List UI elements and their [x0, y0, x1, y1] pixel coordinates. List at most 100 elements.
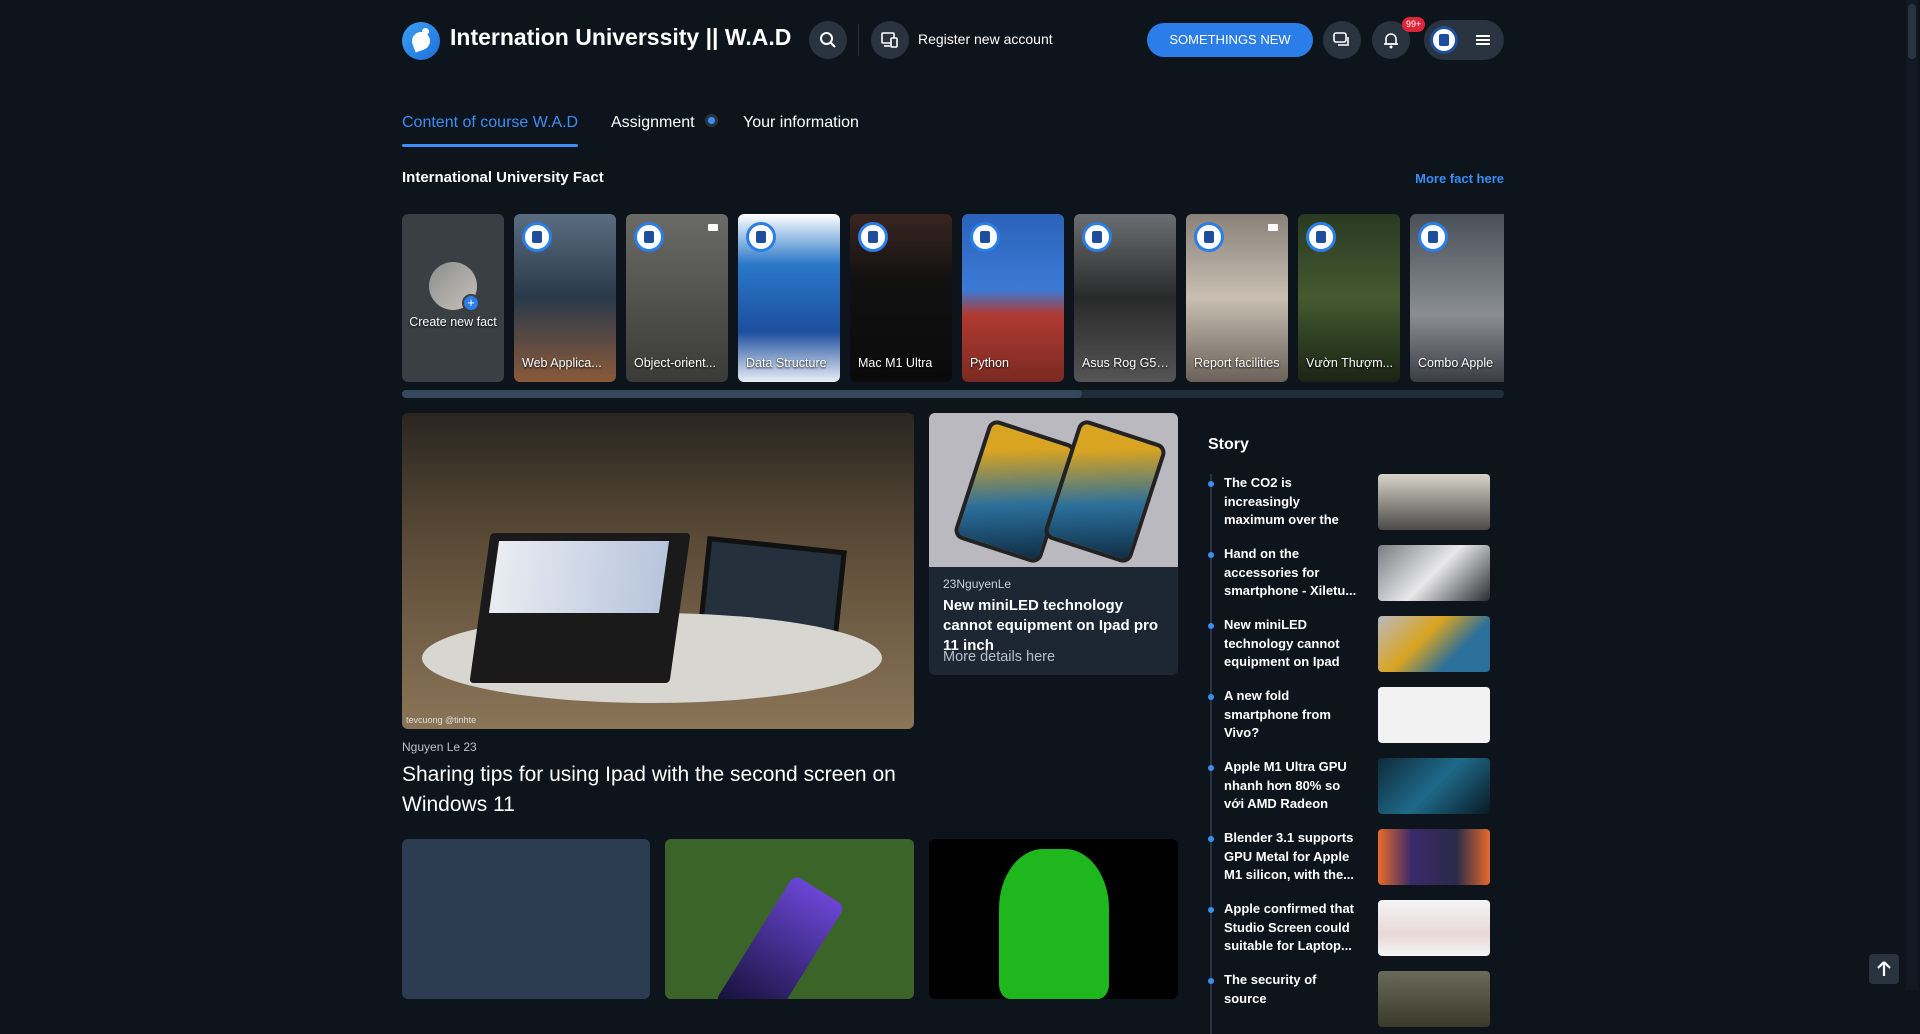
video-icon	[708, 224, 718, 231]
post-thumbnail[interactable]	[402, 839, 650, 999]
tab-your-information[interactable]: Your information	[743, 114, 859, 132]
story-item[interactable]: New miniLED technology cannot equipment …	[1208, 616, 1504, 674]
post-thumbnail[interactable]	[665, 839, 914, 999]
story-item-text: Apple confirmed that Studio Screen could…	[1224, 901, 1355, 953]
fact-card-label: Mac M1 Ultra	[858, 356, 933, 370]
story-item-text: Apple M1 Ultra GPU nhanh hơn 80% so với …	[1224, 759, 1347, 811]
fact-card[interactable]: Web Applica...	[514, 214, 616, 382]
more-facts-link[interactable]: More fact here	[1415, 171, 1504, 186]
uni-avatar-icon	[522, 222, 552, 252]
story-title: Story	[1208, 436, 1249, 453]
fact-card[interactable]: Python	[962, 214, 1064, 382]
fact-card-label: Asus Rog G531	[1082, 356, 1170, 370]
page-scrollbar-thumb[interactable]	[1908, 4, 1916, 59]
uni-avatar-icon	[1418, 222, 1448, 252]
fact-card-label: Web Applica...	[522, 356, 602, 370]
story-item-text: Hand on the accessories for smartphone -…	[1224, 546, 1357, 598]
fact-card[interactable]: Vườn Thượm...	[1298, 214, 1400, 382]
story-thumbnail	[1378, 900, 1490, 956]
uni-avatar-icon	[1194, 222, 1224, 252]
register-label: Register new account	[918, 31, 1053, 47]
fact-card[interactable]: Report facilities	[1186, 214, 1288, 382]
bullet-icon	[1208, 552, 1214, 558]
post-thumbnail[interactable]	[929, 839, 1178, 999]
story-thumbnail	[1378, 474, 1490, 530]
fact-card[interactable]: Data Structure	[738, 214, 840, 382]
story-item[interactable]: Hand on the accessories for smartphone -…	[1208, 545, 1504, 603]
search-button[interactable]	[809, 21, 847, 59]
facts-section-title: International University Fact	[402, 169, 604, 186]
bullet-icon	[1208, 836, 1214, 842]
story-thumbnail	[1378, 545, 1490, 601]
devices-icon	[871, 21, 909, 59]
image-credit: tevcuong @tinhte	[406, 715, 477, 725]
story-item[interactable]: Apple confirmed that Studio Screen could…	[1208, 900, 1504, 958]
story-item[interactable]: A new fold smartphone from Vivo?	[1208, 687, 1504, 745]
page-scrollbar[interactable]	[1906, 0, 1918, 990]
bullet-icon	[1208, 907, 1214, 913]
fact-card-label: Report facilities	[1194, 356, 1280, 370]
bullet-icon	[1208, 481, 1214, 487]
uni-avatar-icon	[858, 222, 888, 252]
scrollbar-thumb[interactable]	[402, 390, 1082, 398]
search-icon	[820, 32, 836, 48]
avatar	[1430, 26, 1458, 54]
tab-assignment[interactable]: Assignment	[611, 114, 695, 132]
fact-card-label: Combo Apple	[1418, 356, 1494, 370]
tab-content-of-course[interactable]: Content of course W.A.D	[402, 114, 579, 147]
story-item-text: Blender 3.1 supports GPU Metal for Apple…	[1224, 830, 1355, 882]
story-thumbnail	[1378, 687, 1490, 743]
story-thumbnail	[1378, 616, 1490, 672]
arrow-up-icon	[1877, 961, 1891, 976]
chat-icon	[1333, 32, 1349, 46]
uni-avatar-icon	[970, 222, 1000, 252]
fact-card-label: Data Structure	[746, 356, 827, 370]
story-item[interactable]: Blender 3.1 supports GPU Metal for Apple…	[1208, 829, 1504, 887]
uni-avatar-icon	[1306, 222, 1336, 252]
account-menu-button[interactable]	[1424, 20, 1504, 60]
post-card-image	[929, 413, 1178, 567]
plus-icon: +	[462, 294, 480, 312]
create-fact-card[interactable]: + Create new fact	[402, 214, 504, 382]
story-item[interactable]: Apple M1 Ultra GPU nhanh hơn 80% so với …	[1208, 758, 1504, 816]
bullet-icon	[1208, 765, 1214, 771]
fact-card[interactable]: Object-orient...	[626, 214, 728, 382]
bullet-icon	[1208, 978, 1214, 984]
logo-icon[interactable]	[402, 22, 440, 60]
bullet-icon	[1208, 623, 1214, 629]
bullet-icon	[1208, 694, 1214, 700]
story-thumbnail	[1378, 758, 1490, 814]
fact-card[interactable]: Asus Rog G531	[1074, 214, 1176, 382]
story-item[interactable]: The security of source	[1208, 971, 1504, 1029]
facts-scrollbar[interactable]	[402, 390, 1504, 398]
video-icon	[1268, 224, 1278, 231]
notification-badge: 99+	[1402, 17, 1426, 32]
uni-avatar-icon	[1082, 222, 1112, 252]
post-card[interactable]: 23NguyenLe New miniLED technology cannot…	[929, 413, 1178, 675]
fact-card-label: Object-orient...	[634, 356, 716, 370]
site-title[interactable]: Internation Universsity || W.A.D	[450, 24, 791, 51]
featured-title[interactable]: Sharing tips for using Ipad with the sec…	[402, 760, 922, 820]
story-item[interactable]: The CO2 is increasingly maximum over the…	[1208, 474, 1504, 532]
messages-button[interactable]	[1323, 21, 1361, 59]
featured-author[interactable]: Nguyen Le 23	[402, 740, 477, 754]
somethings-new-button[interactable]: SOMETHINGS NEW	[1147, 23, 1313, 57]
facts-carousel: + Create new fact Web Applica... Object-…	[402, 214, 1504, 382]
scroll-to-top-button[interactable]	[1869, 954, 1899, 984]
featured-post-image[interactable]: tevcuong @tinhte	[402, 413, 914, 729]
story-thumbnail	[1378, 971, 1490, 1027]
uni-avatar-icon	[634, 222, 664, 252]
post-card-author: 23NguyenLe	[943, 577, 1012, 591]
create-fact-label: Create new fact	[409, 315, 497, 329]
story-thumbnail	[1378, 829, 1490, 885]
bell-icon	[1384, 33, 1398, 49]
fact-card[interactable]: Mac M1 Ultra	[850, 214, 952, 382]
fact-card-label: Python	[970, 356, 1009, 370]
screen-graphic	[488, 541, 670, 613]
top-header: Internation Universsity || W.A.D Registe…	[402, 17, 1504, 60]
fact-card[interactable]: Combo Apple	[1410, 214, 1504, 382]
story-item-text: A new fold smartphone from Vivo?	[1224, 688, 1331, 740]
story-item-text: The CO2 is increasingly maximum over the…	[1224, 475, 1339, 527]
hamburger-icon	[1476, 35, 1490, 45]
more-details-link[interactable]: More details here	[943, 649, 1055, 665]
